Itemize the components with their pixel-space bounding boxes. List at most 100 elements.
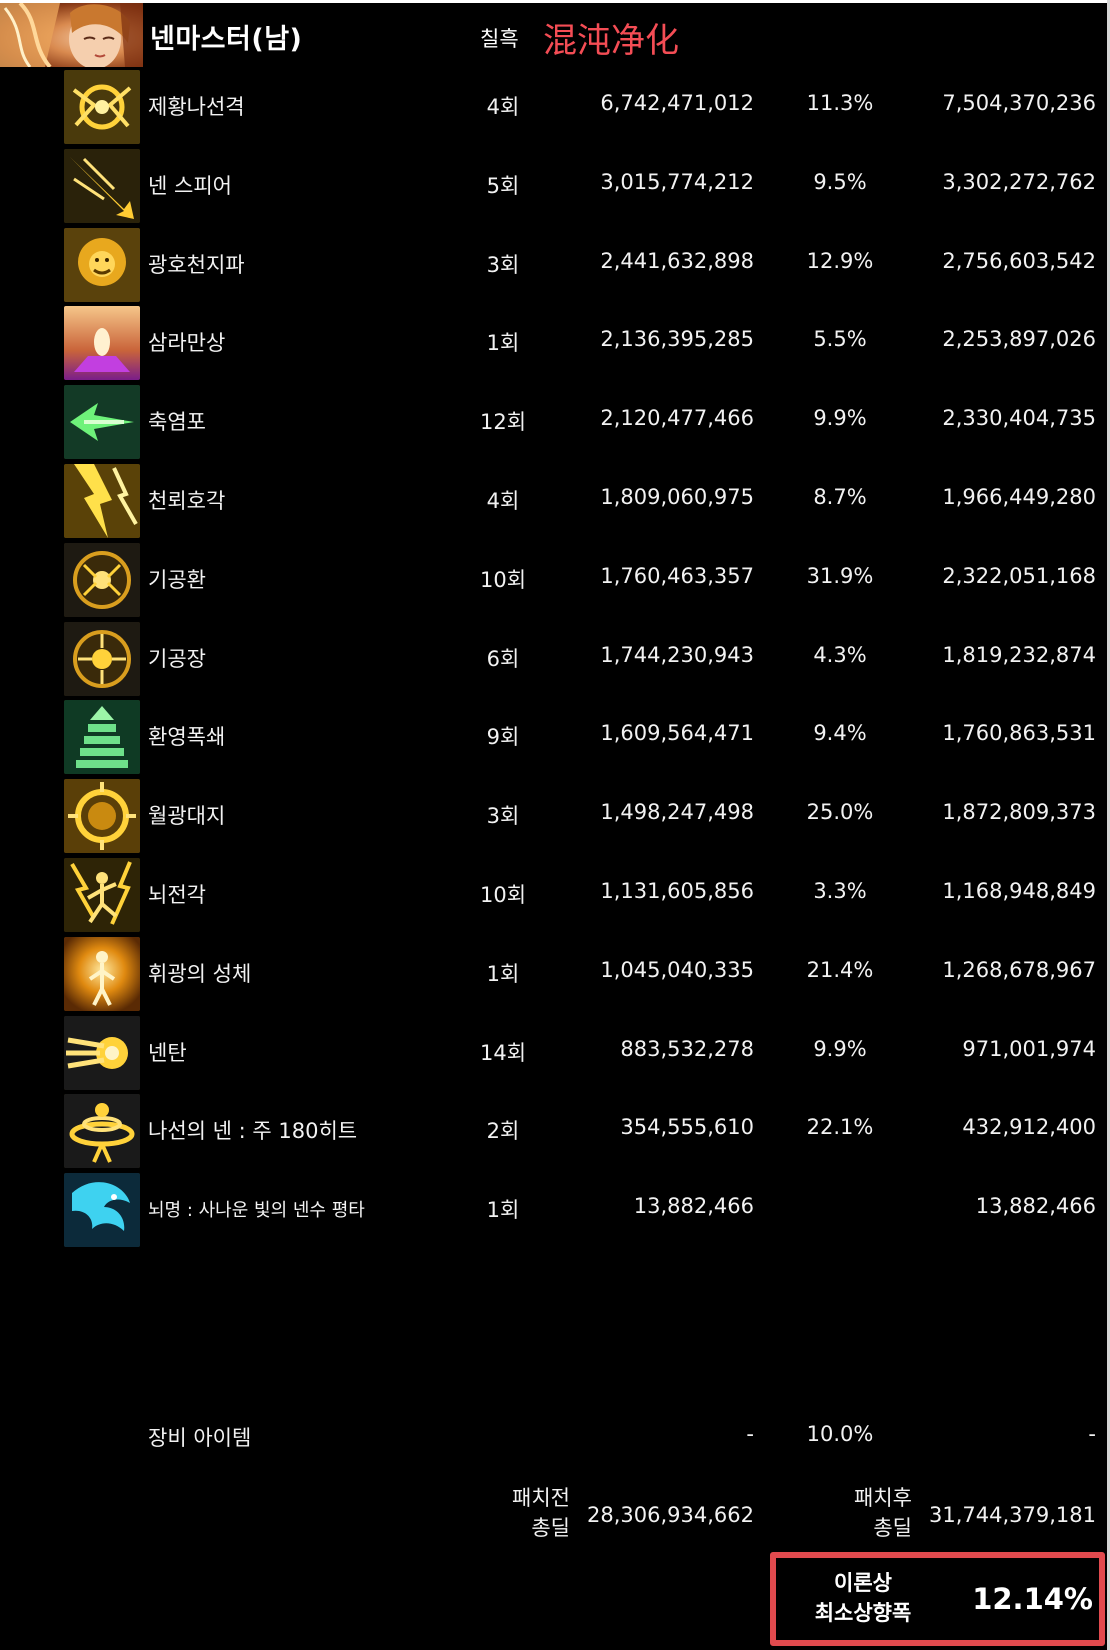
lion-roar-icon [64,227,140,302]
skill-post-damage: 3,302,272,762 [942,169,1096,194]
theoretical-min-increase-box: 이론상 최소상향폭 12.14% [770,1552,1105,1646]
skill-count: 4회 [486,95,520,119]
theory-label-line2: 최소상향폭 [814,1601,912,1625]
skill-pre-damage: 2,120,477,466 [600,406,754,431]
table-row: 기공장 6회 1,744,230,943 4.3% 1,819,232,874 [0,619,1100,698]
skill-post-damage: 2,253,897,026 [942,327,1096,352]
skill-pre-damage: 3,015,774,212 [600,169,754,194]
ki-palm-icon [64,621,140,696]
post-total-label: 패치후 총딜 [800,1483,912,1543]
table-row: 삼라만상 1회 2,136,395,285 5.5% 2,253,897,026 [0,303,1100,382]
character-header: 넨마스터(남) 칠흑 混沌净化 [0,3,1100,67]
post-total-value: 31,744,379,181 [929,1503,1096,1527]
nen-bullet-icon [64,1015,140,1090]
table-row: 월광대지 3회 1,498,247,498 25.0% 1,872,809,37… [0,776,1100,855]
skill-name: 휘광의 성체 [148,961,252,986]
table-row: 넨 스피어 5회 3,015,774,212 9.5% 3,302,272,76… [0,146,1100,225]
pre-total-label: 패치전 총딜 [460,1483,570,1543]
skill-post-damage: 7,504,370,236 [942,91,1096,115]
skill-pre-damage: 883,532,278 [620,1036,754,1061]
table-row: 휘광의 성체 1회 1,045,040,335 21.4% 1,268,678,… [0,934,1100,1013]
skill-increase: 12.9% [806,248,874,273]
title-label: 칠흑 [480,27,519,51]
skill-pre-damage: 354,555,610 [620,1115,754,1140]
equipment-row: 장비 아이템 - 10.0% - [0,1422,1100,1458]
pre-total-label-line1: 패치전 [512,1486,570,1510]
equipment-increase: 10.0% [806,1422,874,1446]
skill-name: 뇌전각 [148,882,206,907]
skill-increase: 22.1% [806,1115,874,1140]
skill-pre-damage: 6,742,471,012 [600,91,754,115]
skill-increase: 9.4% [813,721,867,746]
skill-name: 제황나선격 [148,95,245,119]
skill-count: 12회 [479,410,527,435]
character-portrait [0,3,143,67]
skill-count: 1회 [486,1198,520,1223]
table-row: 축염포 12회 2,120,477,466 9.9% 2,330,404,735 [0,382,1100,461]
nen-spear-icon [64,148,140,223]
table-row: 나선의 넨 : 주 180히트 2회 354,555,610 22.1% 432… [0,1091,1100,1170]
thunder-beast-icon [64,1173,140,1248]
skill-increase: 5.5% [813,327,867,352]
skill-count: 1회 [486,961,520,986]
equipment-post-damage: - [1088,1422,1096,1446]
skill-damage-table: 제황나선격 4회 6,742,471,012 11.3% 7,504,370,2… [0,67,1100,1249]
skill-name: 월광대지 [148,804,226,829]
skill-increase: 25.0% [806,800,874,825]
equipment-pre-damage: - [746,1422,754,1446]
skill-name: 천뢰호각 [148,488,226,513]
table-row: 광호천지파 3회 2,441,632,898 12.9% 2,756,603,5… [0,225,1100,304]
moonlight-earth-icon [64,779,140,854]
post-total-label-line1: 패치후 [854,1486,912,1510]
skill-count: 14회 [479,1040,527,1065]
skill-name: 삼라만상 [148,331,226,356]
table-row: 천뢰호각 4회 1,809,060,975 8.7% 1,966,449,280 [0,461,1100,540]
skill-name: 광호천지파 [148,252,245,277]
flame-cannon-icon [64,385,140,460]
spiral-nen-icon [64,1094,140,1169]
skill-post-damage: 2,322,051,168 [942,563,1096,588]
skill-post-damage: 2,756,603,542 [942,248,1096,273]
table-row: 제황나선격 4회 6,742,471,012 11.3% 7,504,370,2… [0,67,1100,146]
skill-increase: 3.3% [813,878,867,903]
skill-pre-damage: 1,809,060,975 [600,484,754,509]
ki-orb-icon [64,542,140,617]
thunder-horn-icon [64,463,140,538]
skill-pre-damage: 1,045,040,335 [600,957,754,982]
skill-count: 2회 [486,1119,520,1144]
lightning-kick-icon [64,857,140,932]
pre-total-label-line2: 총딜 [531,1516,570,1540]
character-name: 넨마스터(남) [150,24,303,55]
table-row: 기공환 10회 1,760,463,357 31.9% 2,322,051,16… [0,540,1100,619]
radiant-body-icon [64,936,140,1011]
skill-post-damage: 1,268,678,967 [942,957,1096,982]
skill-post-damage: 432,912,400 [962,1115,1096,1140]
skill-count: 3회 [486,804,520,829]
skill-increase: 9.9% [813,406,867,431]
skill-pre-damage: 1,760,463,357 [600,563,754,588]
theoretical-min-increase-value: 12.14% [972,1582,1093,1616]
skill-name: 기공환 [148,567,206,592]
skill-increase: 9.5% [813,169,867,194]
skill-count: 1회 [486,331,520,356]
skill-post-damage: 13,882,466 [975,1194,1096,1219]
skill-pre-damage: 1,131,605,856 [600,878,754,903]
table-row: 뇌전각 10회 1,131,605,856 3.3% 1,168,948,849 [0,855,1100,934]
skill-pre-damage: 1,609,564,471 [600,721,754,746]
emperor-spiral-icon [64,70,140,144]
title-value: 混沌净化 [543,21,679,61]
pre-total-value: 28,306,934,662 [587,1503,754,1527]
skill-count: 9회 [486,725,520,750]
skill-name: 넨 스피어 [148,173,232,198]
table-row: 넨탄 14회 883,532,278 9.9% 971,001,974 [0,1013,1100,1092]
skill-name: 기공장 [148,646,206,671]
skill-name: 넨탄 [148,1040,187,1065]
table-row: 환영폭쇄 9회 1,609,564,471 9.4% 1,760,863,531 [0,697,1100,776]
skill-increase: 11.3% [806,91,874,115]
skill-count: 5회 [486,173,520,198]
skill-name: 나선의 넨 : 주 180히트 [148,1119,358,1144]
skill-increase: 8.7% [813,484,867,509]
skill-pre-damage: 2,136,395,285 [600,327,754,352]
skill-pre-damage: 13,882,466 [633,1194,754,1219]
skill-count: 10회 [479,567,527,592]
